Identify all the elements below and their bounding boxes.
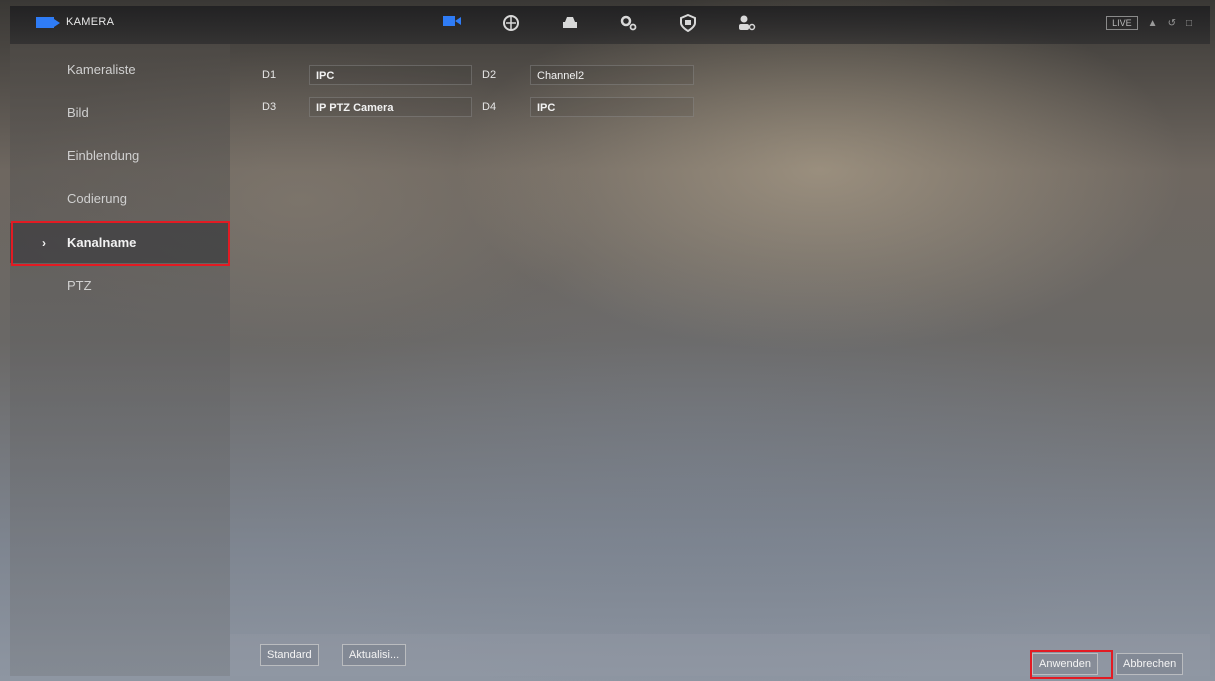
channel-id-label: D4 [482,101,497,113]
channel-name-field-d3[interactable]: IP PTZ Camera [309,97,472,117]
system-icon[interactable] [619,14,639,34]
brand: KAMERA [36,16,114,28]
sidebar: Kameraliste Bild Einblendung Codierung ›… [10,44,230,676]
live-button[interactable]: LIVE [1106,16,1138,30]
channel-name-panel: D1 IPC D2 Channel2 D3 IP PTZ Camera D4 I… [230,44,1210,634]
channel-name-field-d4[interactable]: IPC [530,97,694,117]
channel-name-field-d1[interactable]: IPC [309,65,472,85]
channel-id-label: D3 [262,101,277,113]
channel-id-label: D1 [262,69,277,81]
main-nav [442,13,757,34]
sidebar-item-einblendung[interactable]: Einblendung [10,136,230,176]
sidebar-item-label: PTZ [67,278,92,293]
sidebar-item-kameraliste[interactable]: Kameraliste [10,50,230,90]
logout-icon[interactable]: ↺ [1168,18,1176,29]
highlight-box-apply [1030,650,1113,679]
top-right-controls: LIVE ▲ ↺ □ [1106,16,1192,30]
security-icon[interactable] [678,13,698,34]
sidebar-item-codierung[interactable]: Codierung [10,179,230,219]
channel-id-label: D2 [482,69,497,81]
sidebar-item-bild[interactable]: Bild [10,93,230,133]
highlight-box-kanalname [11,221,230,266]
camera-icon [36,16,60,28]
channel-name-field-d2[interactable]: Channel2 [530,65,694,85]
sidebar-item-label: Einblendung [67,148,140,163]
network-icon[interactable] [501,14,521,34]
cancel-button[interactable]: Abbrechen [1116,653,1184,675]
sidebar-item-label: Kameraliste [67,62,136,77]
sidebar-item-label: Codierung [67,191,127,206]
sidebar-item-ptz[interactable]: PTZ [10,266,230,306]
fullscreen-icon[interactable]: □ [1186,18,1192,29]
default-button[interactable]: Standard [260,644,319,666]
camera-icon[interactable] [442,14,462,34]
account-icon[interactable] [737,14,757,34]
top-bar: KAMERA LIVE ▲ ↺ □ [10,6,1210,44]
storage-icon[interactable] [560,14,580,34]
refresh-button[interactable]: Aktualisi... [342,644,407,666]
user-icon[interactable]: ▲ [1148,18,1158,29]
app-title: KAMERA [66,16,115,28]
sidebar-item-label: Bild [67,105,89,120]
